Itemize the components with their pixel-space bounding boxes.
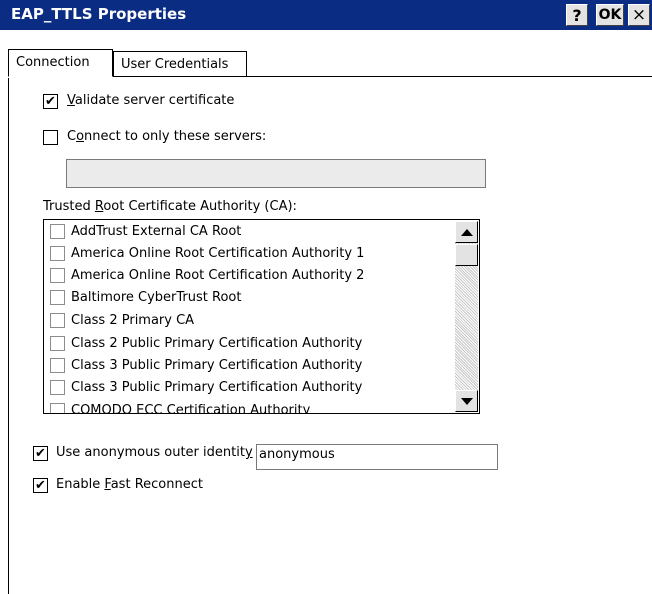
properties-dialog: EAP_TTLS Properties ? OK × Connection Us… xyxy=(0,0,652,594)
fast-reconnect-checkbox[interactable]: ✔ xyxy=(33,478,48,493)
anonymous-identity-label: Use anonymous outer identity xyxy=(56,445,253,460)
ok-button[interactable]: OK xyxy=(596,4,624,26)
title-bar: EAP_TTLS Properties ? OK × xyxy=(0,0,652,30)
close-icon: × xyxy=(631,5,647,25)
list-item[interactable]: Class 3 Public Primary Certification Aut… xyxy=(50,378,450,400)
check-mark-icon: ✔ xyxy=(45,94,56,109)
ok-label: OK xyxy=(598,7,622,23)
triangle-down-icon xyxy=(460,397,473,405)
check-mark-icon: ✔ xyxy=(35,478,46,493)
ca-checkbox[interactable] xyxy=(50,358,65,373)
help-icon: ? xyxy=(572,5,582,25)
tab-user-credentials-label: User Credentials xyxy=(121,57,229,72)
list-item[interactable]: Class 2 Public Primary Certification Aut… xyxy=(50,334,450,356)
anonymous-identity-checkbox[interactable]: ✔ xyxy=(33,446,48,461)
connect-only-checkbox[interactable] xyxy=(43,130,58,145)
ca-checkbox[interactable] xyxy=(50,290,65,305)
ca-checkbox[interactable] xyxy=(50,313,65,328)
tab-connection-label: Connection xyxy=(16,55,90,70)
list-item[interactable]: COMODO ECC Certification Authority xyxy=(50,401,450,413)
ca-checkbox[interactable] xyxy=(50,224,65,239)
trusted-root-label: Trusted Root Certificate Authority (CA): xyxy=(43,199,297,214)
anonymous-identity-input[interactable]: anonymous xyxy=(256,444,498,470)
dialog-left-border xyxy=(8,78,9,594)
tab-connection[interactable]: Connection xyxy=(8,49,113,77)
validate-cert-checkbox[interactable]: ✔ xyxy=(43,94,58,109)
ca-checkbox[interactable] xyxy=(50,268,65,283)
list-item[interactable]: Class 3 Public Primary Certification Aut… xyxy=(50,356,450,378)
ca-checkbox[interactable] xyxy=(50,403,65,413)
list-item[interactable]: Class 2 Primary CA xyxy=(50,311,450,333)
check-mark-icon: ✔ xyxy=(35,446,46,461)
scroll-up-button[interactable] xyxy=(455,221,478,243)
validate-cert-label: Validate server certificate xyxy=(67,93,235,108)
list-item[interactable]: AddTrust External CA Root xyxy=(50,222,450,244)
ca-checkbox[interactable] xyxy=(50,246,65,261)
list-item[interactable]: America Online Root Certification Author… xyxy=(50,244,450,266)
help-button[interactable]: ? xyxy=(566,4,588,26)
scroll-thumb[interactable] xyxy=(455,244,478,266)
list-item[interactable]: Baltimore CyberTrust Root xyxy=(50,288,450,310)
list-item[interactable]: America Online Root Certification Author… xyxy=(50,266,450,288)
ca-checkbox[interactable] xyxy=(50,336,65,351)
fast-reconnect-label: Enable Fast Reconnect xyxy=(56,477,203,492)
window-title: EAP_TTLS Properties xyxy=(11,5,187,23)
servers-input[interactable] xyxy=(66,159,486,188)
connect-only-label: Connect to only these servers: xyxy=(67,129,267,144)
close-button[interactable]: × xyxy=(628,4,650,26)
ca-listbox[interactable]: AddTrust External CA Root America Online… xyxy=(43,219,480,414)
ca-checkbox[interactable] xyxy=(50,380,65,395)
tab-user-credentials[interactable]: User Credentials xyxy=(113,51,247,76)
scroll-down-button[interactable] xyxy=(455,390,478,412)
triangle-up-icon xyxy=(460,228,473,236)
